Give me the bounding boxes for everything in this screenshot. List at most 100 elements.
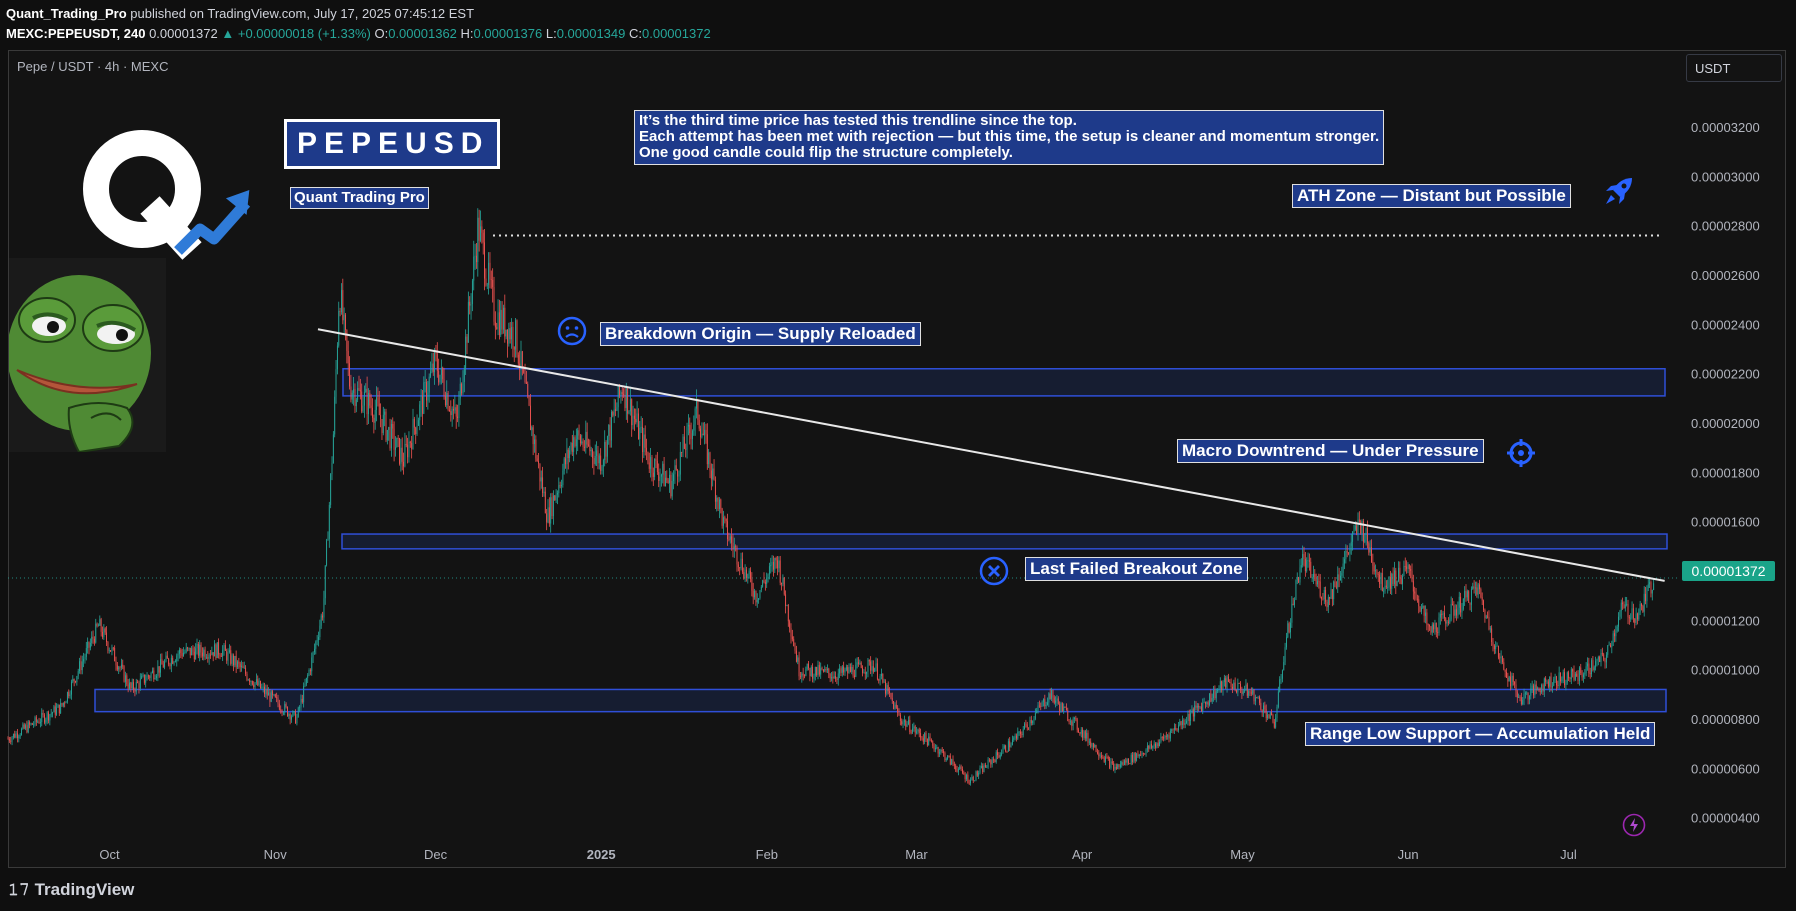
candle-body [1254, 697, 1256, 702]
candle-body [1422, 605, 1424, 608]
candle-body [1462, 598, 1464, 610]
candle-body [110, 650, 112, 652]
candle-body [161, 659, 163, 665]
candle-body [1364, 539, 1366, 542]
candle-body [1280, 678, 1282, 680]
candle-body [1237, 682, 1239, 693]
candle-body [390, 424, 392, 449]
candle-body [1287, 623, 1289, 638]
candle-body [98, 625, 99, 627]
candle-body [1194, 705, 1196, 717]
candle-body [1250, 692, 1252, 694]
candle-body [54, 706, 56, 715]
candle-body [450, 411, 452, 416]
tradingview-logo[interactable]: 𝟷𝟽 TradingView [8, 880, 134, 900]
candle-body [786, 605, 788, 607]
candle-body [158, 666, 160, 673]
candle-body [399, 438, 400, 464]
candle-body [308, 670, 310, 676]
candle-body [646, 447, 647, 452]
candle-body [1354, 525, 1356, 530]
candle-body [624, 394, 626, 409]
candle-body [1448, 621, 1449, 623]
candle-body [1507, 677, 1509, 682]
candle-body [536, 458, 538, 462]
candle-body [1075, 717, 1077, 720]
candle-body [1583, 674, 1584, 678]
candle-body [507, 329, 508, 344]
candle-body [1627, 603, 1629, 618]
candle-body [592, 449, 593, 459]
candle-body [528, 396, 530, 406]
candle-body [975, 771, 977, 781]
candle-body [266, 689, 268, 696]
candle-body [1423, 605, 1425, 616]
candle-body [1622, 602, 1624, 605]
candle-body [14, 733, 16, 738]
candle-body [1533, 685, 1534, 696]
candle-body [597, 450, 599, 464]
y-tick-label: 0.00001000 [1691, 663, 1760, 678]
zone-box [341, 533, 1668, 550]
brand-label: Quant Trading Pro [290, 187, 429, 209]
candle-body [1271, 712, 1273, 716]
candle-body [111, 647, 113, 652]
currency-button[interactable]: USDT [1686, 54, 1782, 82]
candle-body [534, 439, 535, 445]
candle-body [135, 681, 137, 692]
candle-body [1519, 696, 1521, 698]
candle-body [1110, 761, 1112, 768]
candle-body [485, 278, 487, 285]
candle-body [66, 692, 68, 702]
candle-body [180, 649, 182, 653]
tv-mark-icon: 𝟷𝟽 [8, 880, 35, 899]
candle-body [686, 426, 688, 450]
candle-body [912, 728, 913, 733]
candle-body [476, 255, 477, 263]
candle-body [422, 396, 423, 414]
candle-body [319, 625, 321, 638]
candle-body [1111, 761, 1113, 764]
candle-body [38, 721, 40, 724]
lightning-icon[interactable] [1622, 813, 1646, 837]
candle-body [878, 679, 880, 681]
candle-body [222, 649, 224, 657]
candle-body [1210, 693, 1212, 702]
chart-title: Pepe / USDT · 4h · MEXC [17, 59, 169, 74]
candle-body [554, 495, 556, 501]
candle-body [928, 736, 930, 746]
candle-body [33, 724, 35, 726]
candle-body [778, 560, 780, 569]
candle-body [1412, 581, 1414, 592]
candle-body [561, 485, 562, 487]
candle-body [1352, 531, 1354, 542]
candle-body [334, 396, 336, 435]
candle-body [639, 427, 641, 439]
candle-body [268, 692, 269, 696]
candle-body [1350, 541, 1352, 546]
candle-body [496, 327, 498, 329]
candle-body [713, 468, 715, 480]
candle-body [173, 661, 175, 664]
candle-body [1176, 729, 1178, 731]
candle-body [1527, 692, 1529, 700]
candle-body [916, 731, 917, 733]
y-tick-label: 0.00001800 [1691, 465, 1760, 480]
candle-body [1549, 676, 1551, 687]
candle-body [183, 652, 184, 657]
candle-body [1481, 597, 1483, 601]
candle-body [1206, 702, 1208, 704]
candle-body [234, 655, 236, 666]
q-logo-icon [83, 130, 251, 260]
candle-body [64, 702, 66, 704]
y-tick-label: 0.00002400 [1691, 317, 1760, 332]
candle-body [87, 641, 89, 649]
candle-body [1067, 710, 1069, 721]
candle-body [1524, 693, 1526, 694]
candle-body [34, 717, 36, 725]
candle-body [1600, 653, 1602, 662]
candle-body [898, 712, 900, 715]
x-tick-label: Oct [99, 847, 120, 862]
candle-body [384, 411, 386, 415]
candle-body [187, 647, 188, 649]
